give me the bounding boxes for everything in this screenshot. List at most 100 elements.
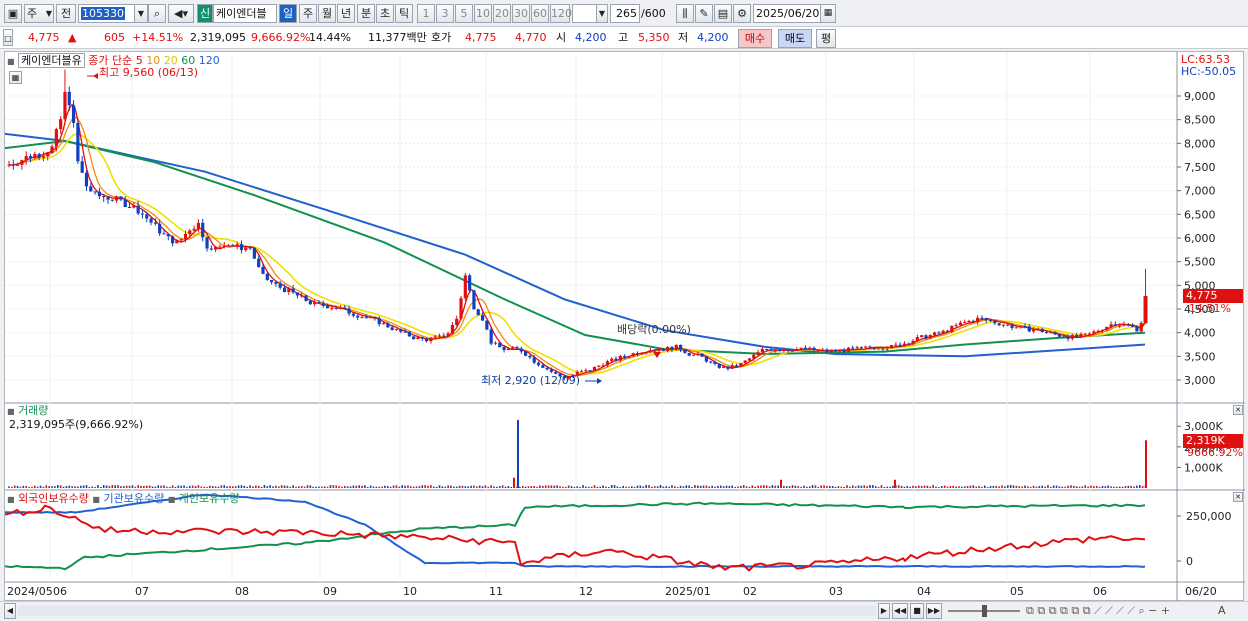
volume-bar bbox=[343, 485, 346, 488]
tab-period-year[interactable]: 년 bbox=[337, 4, 355, 23]
candle-body bbox=[795, 349, 799, 351]
volume-bar bbox=[272, 486, 274, 488]
interval-30[interactable]: 30 bbox=[512, 4, 530, 23]
volume-bar bbox=[249, 485, 251, 488]
tab-period-day[interactable]: 일 bbox=[279, 4, 297, 23]
stop-button[interactable]: ■ bbox=[910, 603, 924, 619]
volume-bar bbox=[260, 486, 263, 488]
stock-name-field[interactable]: 케이엔더블 bbox=[213, 4, 277, 23]
volume-bar bbox=[823, 485, 825, 488]
market-select[interactable]: 주 ▼ bbox=[24, 4, 54, 23]
candle-body bbox=[881, 348, 885, 350]
speaker-icon[interactable]: ◀▾ bbox=[168, 4, 194, 23]
calendar-icon[interactable]: ▦ bbox=[820, 4, 836, 23]
save-icon[interactable]: ▤ bbox=[714, 4, 732, 23]
candle-icon[interactable]: ⫼ bbox=[676, 4, 694, 23]
candle-body bbox=[868, 346, 872, 348]
candle-body bbox=[136, 205, 140, 214]
interval-3[interactable]: 3 bbox=[436, 4, 454, 23]
volume-bar bbox=[527, 486, 530, 488]
volume-bar bbox=[722, 486, 725, 488]
panel-table-icon[interactable]: ▦ bbox=[9, 71, 22, 84]
volume-bar bbox=[42, 486, 45, 488]
candle-body bbox=[1083, 333, 1087, 335]
tab-period-minute[interactable]: 분 bbox=[357, 4, 375, 23]
zoom-slider-thumb[interactable] bbox=[982, 605, 987, 617]
count-input[interactable]: 265 bbox=[610, 4, 640, 23]
volume-title[interactable]: 거래량 bbox=[18, 404, 48, 417]
search-icon[interactable]: ⌕ bbox=[148, 4, 166, 23]
scroll-left-button[interactable]: ◀ bbox=[4, 603, 16, 619]
x-tick-label: 08 bbox=[235, 585, 249, 598]
legend-foreign[interactable]: 외국인보유수량 bbox=[18, 492, 89, 505]
interval-1[interactable]: 1 bbox=[417, 4, 435, 23]
candle-body bbox=[1122, 324, 1126, 326]
volume-bar bbox=[470, 485, 472, 488]
forward-button[interactable]: ▶▶ bbox=[926, 603, 942, 619]
interval-60[interactable]: 60 bbox=[531, 4, 549, 23]
candle-body bbox=[308, 300, 312, 305]
gear-icon[interactable]: ⚙ bbox=[733, 4, 751, 23]
scroll-right-button[interactable]: ▶ bbox=[878, 603, 890, 619]
buy-button[interactable]: 매수 bbox=[738, 29, 772, 48]
volume-bar bbox=[556, 485, 558, 488]
volume-bar bbox=[430, 485, 432, 488]
scroll-track[interactable] bbox=[18, 606, 876, 616]
volume-bar bbox=[369, 485, 372, 488]
interval-dropdown[interactable]: ▼ bbox=[596, 4, 608, 23]
volume-bar bbox=[1113, 486, 1115, 488]
tab-period-tick[interactable]: 틱 bbox=[395, 4, 413, 23]
volume-bar bbox=[269, 485, 271, 488]
interval-20[interactable]: 20 bbox=[493, 4, 511, 23]
volume-bar bbox=[662, 486, 665, 488]
chart-type-icon[interactable]: ▣ bbox=[4, 4, 22, 23]
volume-bar bbox=[785, 486, 788, 488]
candle-body bbox=[356, 315, 360, 318]
candle-body bbox=[1001, 324, 1006, 326]
volume-bar bbox=[48, 486, 50, 488]
volume-bar bbox=[461, 485, 464, 488]
volume-bar bbox=[157, 485, 160, 488]
legend-individual[interactable]: 개인보유수량 bbox=[179, 492, 240, 505]
date-input[interactable]: 2025/06/20 bbox=[753, 4, 823, 23]
tab-period-month[interactable]: 월 bbox=[318, 4, 336, 23]
layout-icons[interactable]: ⧉ ⧉ ⧉ ⧉ ⧉ ⧉ ⟋ ⟋ ⟋ ⟋ ⌕ − + bbox=[1026, 604, 1170, 618]
volume-bar bbox=[1055, 485, 1058, 488]
candle-body bbox=[394, 328, 399, 330]
volume-bar bbox=[372, 486, 375, 488]
interval-10[interactable]: 10 bbox=[474, 4, 492, 23]
candle-body bbox=[769, 349, 773, 351]
candle-body bbox=[648, 350, 653, 353]
code-input[interactable]: 105330 bbox=[78, 4, 136, 23]
price-panel-title[interactable]: 케이엔더블유 bbox=[18, 53, 85, 68]
zoom-text-icon[interactable]: A bbox=[1218, 604, 1226, 618]
holder-close-icon[interactable]: ✕ bbox=[1233, 492, 1243, 502]
sell-button[interactable]: 매도 bbox=[778, 29, 812, 48]
volume-bar bbox=[814, 485, 817, 488]
candle-body bbox=[188, 230, 192, 234]
interval-5[interactable]: 5 bbox=[455, 4, 473, 23]
quote-toggle[interactable]: □ bbox=[3, 29, 13, 46]
x-tick-label: 10 bbox=[403, 585, 417, 598]
volume-bar bbox=[892, 485, 894, 488]
candle-body bbox=[248, 247, 252, 249]
rewind-button[interactable]: ◀◀ bbox=[892, 603, 908, 619]
legend-ma120[interactable]: 120 bbox=[199, 54, 220, 67]
volume-bar bbox=[1124, 486, 1127, 488]
chart-area[interactable]: 9,000 8,500 8,000 7,500 7,000 6,500 6,000 5,500… bbox=[4, 51, 1245, 602]
candle-body bbox=[1109, 324, 1113, 327]
type-select[interactable]: 전 bbox=[56, 4, 76, 23]
volume-bar bbox=[567, 485, 570, 488]
volume-bar bbox=[404, 485, 406, 488]
tab-period-second[interactable]: 초 bbox=[376, 4, 394, 23]
interval-120[interactable]: 120 bbox=[550, 4, 572, 23]
draw-icon[interactable]: ✎ bbox=[695, 4, 713, 23]
tab-period-week[interactable]: 주 bbox=[299, 4, 317, 23]
candle-body bbox=[153, 222, 157, 224]
code-dropdown-button[interactable]: ▼ bbox=[134, 4, 148, 23]
legend-institution[interactable]: 기관보유수량 bbox=[103, 492, 164, 505]
candle-body bbox=[252, 247, 256, 259]
eval-button[interactable]: 평 bbox=[816, 29, 836, 48]
volume-bar bbox=[940, 486, 943, 488]
volume-close-icon[interactable]: ✕ bbox=[1233, 405, 1243, 415]
